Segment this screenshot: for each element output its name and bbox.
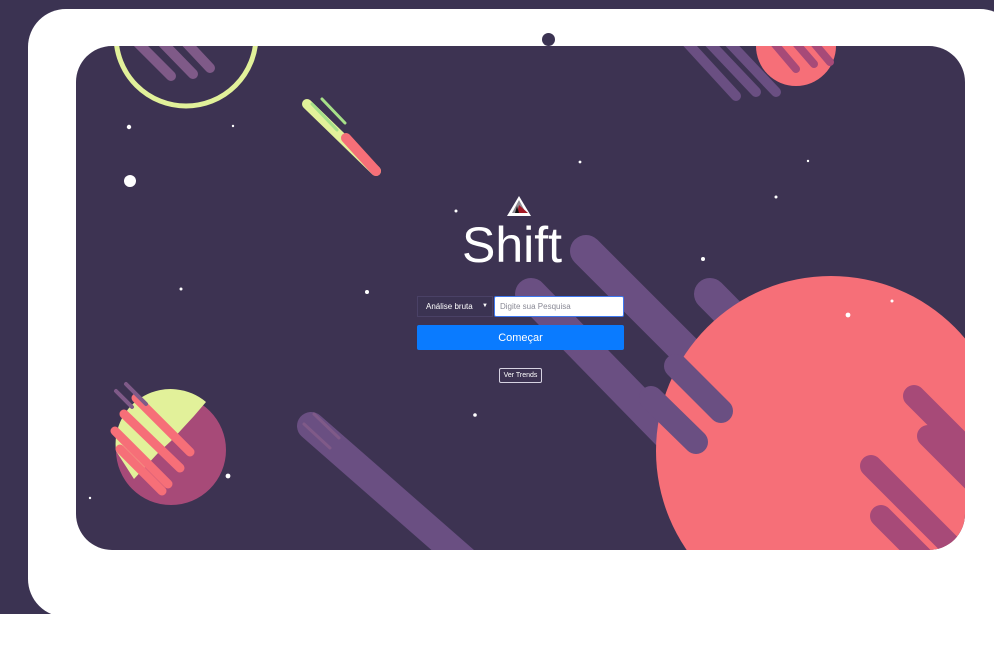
analysis-mode-select[interactable]: Análise bruta ▼: [417, 296, 493, 317]
brand-wordmark: Shift: [462, 217, 562, 268]
planet-ring-outline: [114, 46, 258, 109]
camera-icon: [542, 33, 555, 46]
search-row: Análise bruta ▼: [417, 296, 624, 317]
landing-panel: Shift Análise bruta ▼ Começar Ver Trends: [417, 192, 624, 392]
search-input[interactable]: [494, 296, 624, 317]
app-screen: Shift Análise bruta ▼ Começar Ver Trends: [76, 46, 965, 550]
view-trends-button[interactable]: Ver Trends: [499, 368, 542, 383]
shift-logo: Shift: [462, 196, 562, 268]
caret-down-icon: ▼: [482, 303, 488, 309]
analysis-mode-selected: Análise bruta: [426, 302, 473, 311]
start-button[interactable]: Começar: [417, 325, 624, 350]
triangle-logo-icon: [507, 196, 531, 216]
